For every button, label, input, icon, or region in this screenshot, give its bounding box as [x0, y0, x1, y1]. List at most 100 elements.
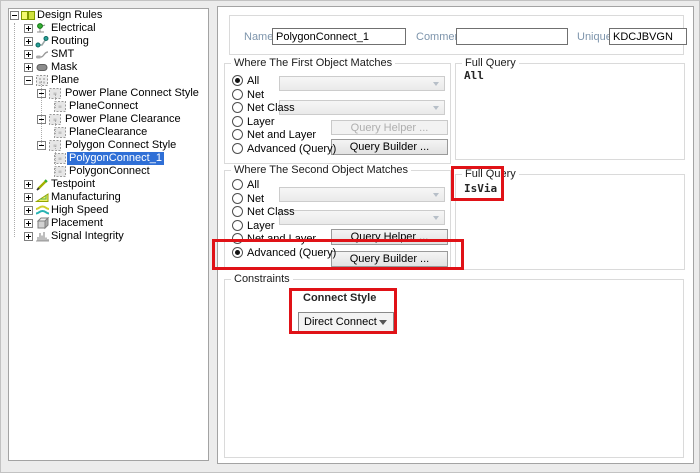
radio-all-selected[interactable] — [232, 75, 243, 86]
radio-label[interactable]: Net Class — [247, 206, 295, 218]
tree-item-power-plane-clearance[interactable]: Power Plane Clearance — [9, 113, 208, 126]
tree-item-label[interactable]: Testpoint — [49, 178, 97, 191]
tree-item-label[interactable]: Electrical — [49, 22, 98, 35]
radio-row-advanced-query[interactable]: Advanced (Query) — [232, 143, 336, 156]
radio-row-layer[interactable]: Layer — [232, 220, 275, 233]
tree-item-placement[interactable]: Placement — [9, 217, 208, 230]
tree-item-polygon-connect-style[interactable]: Polygon Connect Style — [9, 139, 208, 152]
design-rules-dialog: { "colors": { "selection": "#2f6fd6", "a… — [0, 0, 700, 473]
radio-layer[interactable] — [232, 116, 243, 127]
tree-item-label[interactable]: Power Plane Clearance — [63, 113, 183, 126]
radio-label[interactable]: Net — [247, 89, 264, 101]
expand-icon[interactable] — [24, 50, 33, 59]
comment-input[interactable] — [456, 28, 568, 45]
tree-item-high-speed[interactable]: High Speed — [9, 204, 208, 217]
tree-item-plane[interactable]: Plane — [9, 74, 208, 87]
radio-advanced-query-selected[interactable] — [232, 247, 243, 258]
tree-item-label[interactable]: Polygon Connect Style — [63, 139, 178, 152]
tree-item-smt[interactable]: SMT — [9, 48, 208, 61]
radio-label[interactable]: Layer — [247, 220, 275, 232]
tree-item-label[interactable]: PlaneClearance — [67, 126, 149, 139]
tree-item-label[interactable]: Manufacturing — [49, 191, 123, 204]
tree-item-label[interactable]: Routing — [49, 35, 91, 48]
expand-icon[interactable] — [24, 63, 33, 72]
radio-net-and-layer[interactable] — [232, 233, 243, 244]
radio-net[interactable] — [232, 89, 243, 100]
name-input[interactable] — [272, 28, 406, 45]
expand-icon[interactable] — [24, 193, 33, 202]
tree-item-label[interactable]: High Speed — [49, 204, 111, 217]
connect-style-dropdown[interactable]: Direct Connect — [298, 312, 394, 332]
query-helper-button-first: Query Helper ... — [331, 120, 448, 135]
expand-icon[interactable] — [24, 219, 33, 228]
tree-item-label[interactable]: SMT — [49, 48, 76, 61]
radio-layer[interactable] — [232, 220, 243, 231]
unique-id-input[interactable] — [609, 28, 687, 45]
tree-item-label[interactable]: PlaneConnect — [67, 100, 140, 113]
chevron-down-icon — [379, 320, 387, 325]
tree-item-manufacturing[interactable]: Manufacturing — [9, 191, 208, 204]
tree-item-label[interactable]: Placement — [49, 217, 105, 230]
query-helper-button-second[interactable]: Query Helper ... — [331, 229, 448, 245]
radio-label[interactable]: Net and Layer — [247, 233, 316, 245]
radio-net-and-layer[interactable] — [232, 129, 243, 140]
radio-advanced-query[interactable] — [232, 143, 243, 154]
tree-item-power-plane-connect-style[interactable]: Power Plane Connect Style — [9, 87, 208, 100]
tree-item-signal-integrity[interactable]: Signal Integrity — [9, 230, 208, 243]
tree-item-design-rules[interactable]: Design Rules — [9, 9, 208, 22]
tree-connector-line — [55, 120, 56, 134]
radio-net-class[interactable] — [232, 102, 243, 113]
tree-item-testpoint[interactable]: Testpoint — [9, 178, 208, 191]
expand-icon[interactable] — [24, 37, 33, 46]
tree-item-mask[interactable]: Mask — [9, 61, 208, 74]
tree-item-electrical[interactable]: Electrical — [9, 22, 208, 35]
tree-item-routing[interactable]: Routing — [9, 35, 208, 48]
tree-item-label[interactable]: Design Rules — [35, 9, 104, 22]
radio-label[interactable]: Net Class — [247, 102, 295, 114]
radio-label[interactable]: Net — [247, 193, 264, 205]
expand-icon[interactable] — [24, 180, 33, 189]
radio-row-net[interactable]: Net — [232, 89, 264, 102]
collapse-icon[interactable] — [10, 11, 19, 20]
tree-connector-line — [41, 81, 42, 145]
radio-row-layer[interactable]: Layer — [232, 116, 275, 129]
smt-icon — [35, 48, 50, 61]
first-object-group-title: Where The First Object Matches — [231, 57, 395, 69]
radio-net-class[interactable] — [232, 206, 243, 217]
expand-icon[interactable] — [24, 206, 33, 215]
tree-item-label[interactable]: Plane — [49, 74, 81, 87]
tree-item-planeconnect[interactable]: PlaneConnect — [9, 100, 208, 113]
radio-label[interactable]: Net and Layer — [247, 129, 316, 141]
name-label: Name — [244, 31, 273, 43]
expand-icon[interactable] — [24, 24, 33, 33]
radio-row-all[interactable]: All — [232, 75, 259, 88]
full-query-first-group: Full Query All — [455, 63, 685, 160]
net-dropdown-second — [279, 187, 445, 202]
tree-item-label[interactable]: PolygonConnect_1 — [67, 152, 164, 165]
radio-label[interactable]: Advanced (Query) — [247, 143, 336, 155]
radio-label[interactable]: Advanced (Query) — [247, 247, 336, 259]
tree-item-label[interactable]: Mask — [49, 61, 79, 74]
tree-item-planeclearance[interactable]: PlaneClearance — [9, 126, 208, 139]
radio-row-net-class[interactable]: Net Class — [232, 206, 295, 219]
radio-net[interactable] — [232, 193, 243, 204]
query-builder-button-first[interactable]: Query Builder ... — [331, 139, 448, 155]
tree-item-label[interactable]: Power Plane Connect Style — [63, 87, 201, 100]
query-builder-button-second[interactable]: Query Builder ... — [331, 251, 448, 267]
tree-item-label[interactable]: Signal Integrity — [49, 230, 126, 243]
radio-row-net-and-layer[interactable]: Net and Layer — [232, 233, 316, 246]
radio-label[interactable]: All — [247, 75, 259, 87]
radio-label[interactable]: All — [247, 179, 259, 191]
expand-icon[interactable] — [24, 232, 33, 241]
tree-item-polygonconnect-1[interactable]: PolygonConnect_1 — [9, 152, 208, 165]
radio-row-net[interactable]: Net — [232, 193, 264, 206]
tree-item-label[interactable]: PolygonConnect — [67, 165, 152, 178]
radio-row-advanced-query[interactable]: Advanced (Query) — [232, 247, 336, 260]
radio-row-all[interactable]: All — [232, 179, 259, 192]
tree-item-polygonconnect[interactable]: PolygonConnect — [9, 165, 208, 178]
radio-label[interactable]: Layer — [247, 116, 275, 128]
radio-all[interactable] — [232, 179, 243, 190]
radio-row-net-class[interactable]: Net Class — [232, 102, 295, 115]
collapse-icon[interactable] — [24, 76, 33, 85]
radio-row-net-and-layer[interactable]: Net and Layer — [232, 129, 316, 142]
